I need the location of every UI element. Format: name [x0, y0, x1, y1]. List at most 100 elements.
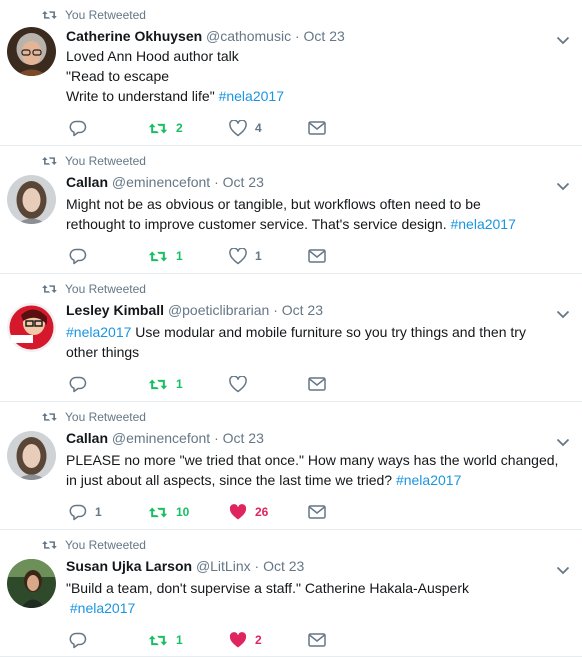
timestamp[interactable]: Oct 23 — [282, 302, 323, 318]
timestamp[interactable]: Oct 23 — [223, 430, 264, 446]
tweet[interactable]: You Retweeted Catherine Okhuysen @cathom… — [0, 0, 582, 146]
tweet[interactable]: You Retweeted Callan @eminencefont · Oct… — [0, 402, 582, 530]
retweet-context-label: You Retweeted — [65, 154, 146, 168]
timestamp[interactable]: Oct 23 — [304, 28, 345, 44]
reply-button[interactable] — [69, 630, 95, 650]
heart-icon — [229, 119, 247, 137]
avatar[interactable] — [7, 431, 56, 480]
tweet[interactable]: You Retweeted Lesley Kimball @poeticlibr… — [0, 274, 582, 402]
display-name[interactable]: Callan — [66, 174, 108, 190]
tweet[interactable]: You Retweeted Callan @eminencefont · Oct… — [0, 146, 582, 274]
avatar[interactable] — [7, 27, 56, 76]
tweet-actions: 1 10 26 — [0, 502, 582, 522]
direct-message-button[interactable] — [308, 630, 326, 650]
avatar[interactable] — [7, 303, 56, 352]
retweet-context: You Retweeted — [41, 537, 146, 553]
reply-button[interactable] — [69, 118, 95, 138]
retweet-count: 2 — [176, 121, 183, 135]
reply-count: 1 — [95, 505, 102, 519]
retweet-icon — [41, 411, 58, 423]
retweet-count: 1 — [176, 377, 183, 391]
separator-dot: · — [254, 558, 260, 574]
tweet-header: Susan Ujka Larson @LitLinx · Oct 23 — [66, 557, 304, 575]
user-handle[interactable]: @poeticlibrarian — [168, 302, 269, 318]
hashtag-link[interactable]: #nela2017 — [450, 216, 515, 232]
hashtag-link[interactable]: #nela2017 — [396, 472, 461, 488]
retweet-context: You Retweeted — [41, 7, 146, 23]
tweet-header: Callan @eminencefont · Oct 23 — [66, 173, 264, 191]
tweet-actions: 2 4 — [0, 118, 582, 138]
reply-icon — [69, 248, 87, 265]
direct-message-button[interactable] — [308, 246, 326, 266]
reply-icon — [69, 120, 87, 137]
tweet-text-line: Loved Ann Hood author talk — [66, 46, 556, 66]
hashtag-link[interactable]: #nela2017 — [70, 600, 135, 616]
like-button[interactable]: 4 — [229, 118, 262, 138]
mail-icon — [308, 377, 326, 391]
user-handle[interactable]: @LitLinx — [196, 558, 251, 574]
tweet-text-line: #nela2017 Use modular and mobile furnitu… — [66, 322, 556, 342]
retweet-context: You Retweeted — [41, 409, 146, 425]
chevron-down-icon[interactable] — [556, 562, 570, 575]
direct-message-button[interactable] — [308, 502, 326, 522]
tweet-text-line: #nela2017 — [66, 598, 556, 618]
tweet-text-line: in just about all aspects, since the las… — [66, 470, 556, 490]
retweet-icon — [148, 121, 168, 136]
retweet-button[interactable]: 1 — [148, 630, 183, 650]
chevron-down-icon[interactable] — [556, 434, 570, 447]
tweet-text-segment: in just about all aspects, since the las… — [66, 472, 396, 488]
tweet-actions: 1 2 — [0, 630, 582, 650]
display-name[interactable]: Callan — [66, 430, 108, 446]
retweet-icon — [148, 633, 168, 648]
timestamp[interactable]: Oct 23 — [223, 174, 264, 190]
avatar[interactable] — [7, 559, 56, 608]
reply-button[interactable]: 1 — [69, 502, 102, 522]
user-handle[interactable]: @eminencefont — [112, 430, 210, 446]
retweet-button[interactable]: 1 — [148, 246, 183, 266]
separator-dot: · — [214, 430, 219, 446]
chevron-down-icon[interactable] — [556, 178, 570, 191]
like-button[interactable]: 1 — [229, 246, 262, 266]
hashtag-link[interactable]: #nela2017 — [219, 88, 284, 104]
retweet-button[interactable]: 1 — [148, 374, 183, 394]
like-button[interactable] — [229, 374, 255, 394]
tweet-actions: 1 — [0, 374, 582, 394]
direct-message-button[interactable] — [308, 118, 326, 138]
retweet-context-label: You Retweeted — [65, 538, 146, 552]
mail-icon — [308, 121, 326, 135]
timestamp[interactable]: Oct 23 — [263, 558, 304, 574]
retweet-button[interactable]: 2 — [148, 118, 183, 138]
display-name[interactable]: Catherine Okhuysen — [66, 28, 202, 44]
reply-button[interactable] — [69, 374, 95, 394]
retweet-button[interactable]: 10 — [148, 502, 189, 522]
user-handle[interactable]: @cathomusic — [206, 28, 291, 44]
like-button[interactable]: 2 — [229, 630, 262, 650]
tweet-text: Might not be as obvious or tangible, but… — [66, 194, 556, 234]
heart-icon — [229, 375, 247, 393]
tweet-text-segment: "Read to escape — [66, 68, 170, 84]
tweet[interactable]: You Retweeted Susan Ujka Larson @LitLinx… — [0, 530, 582, 657]
separator-dot: · — [273, 302, 278, 318]
mail-icon — [308, 633, 326, 647]
tweet-text-segment: other things — [66, 344, 140, 360]
direct-message-button[interactable] — [308, 374, 326, 394]
retweet-context-label: You Retweeted — [65, 410, 146, 424]
tweet-text-line: PLEASE no more "we tried that once." How… — [66, 450, 558, 470]
hashtag-link[interactable]: #nela2017 — [66, 324, 131, 340]
user-handle[interactable]: @eminencefont — [112, 174, 210, 190]
reply-button[interactable] — [69, 246, 95, 266]
chevron-down-icon[interactable] — [556, 306, 570, 319]
chevron-down-icon[interactable] — [556, 32, 570, 45]
avatar[interactable] — [7, 175, 56, 224]
retweet-context-label: You Retweeted — [65, 282, 146, 296]
tweet-text-line: other things — [66, 342, 556, 362]
tweet-actions: 1 1 — [0, 246, 582, 266]
tweet-text-segment: Loved Ann Hood author talk — [66, 48, 239, 64]
display-name[interactable]: Lesley Kimball — [66, 302, 164, 318]
like-button[interactable]: 26 — [229, 502, 268, 522]
tweet-text-line: Write to understand life" #nela2017 — [66, 86, 556, 106]
retweet-context: You Retweeted — [41, 153, 146, 169]
reply-icon — [69, 504, 87, 521]
display-name[interactable]: Susan Ujka Larson — [66, 558, 192, 574]
tweet-text: "Build a team, don't supervise a staff."… — [66, 578, 556, 618]
